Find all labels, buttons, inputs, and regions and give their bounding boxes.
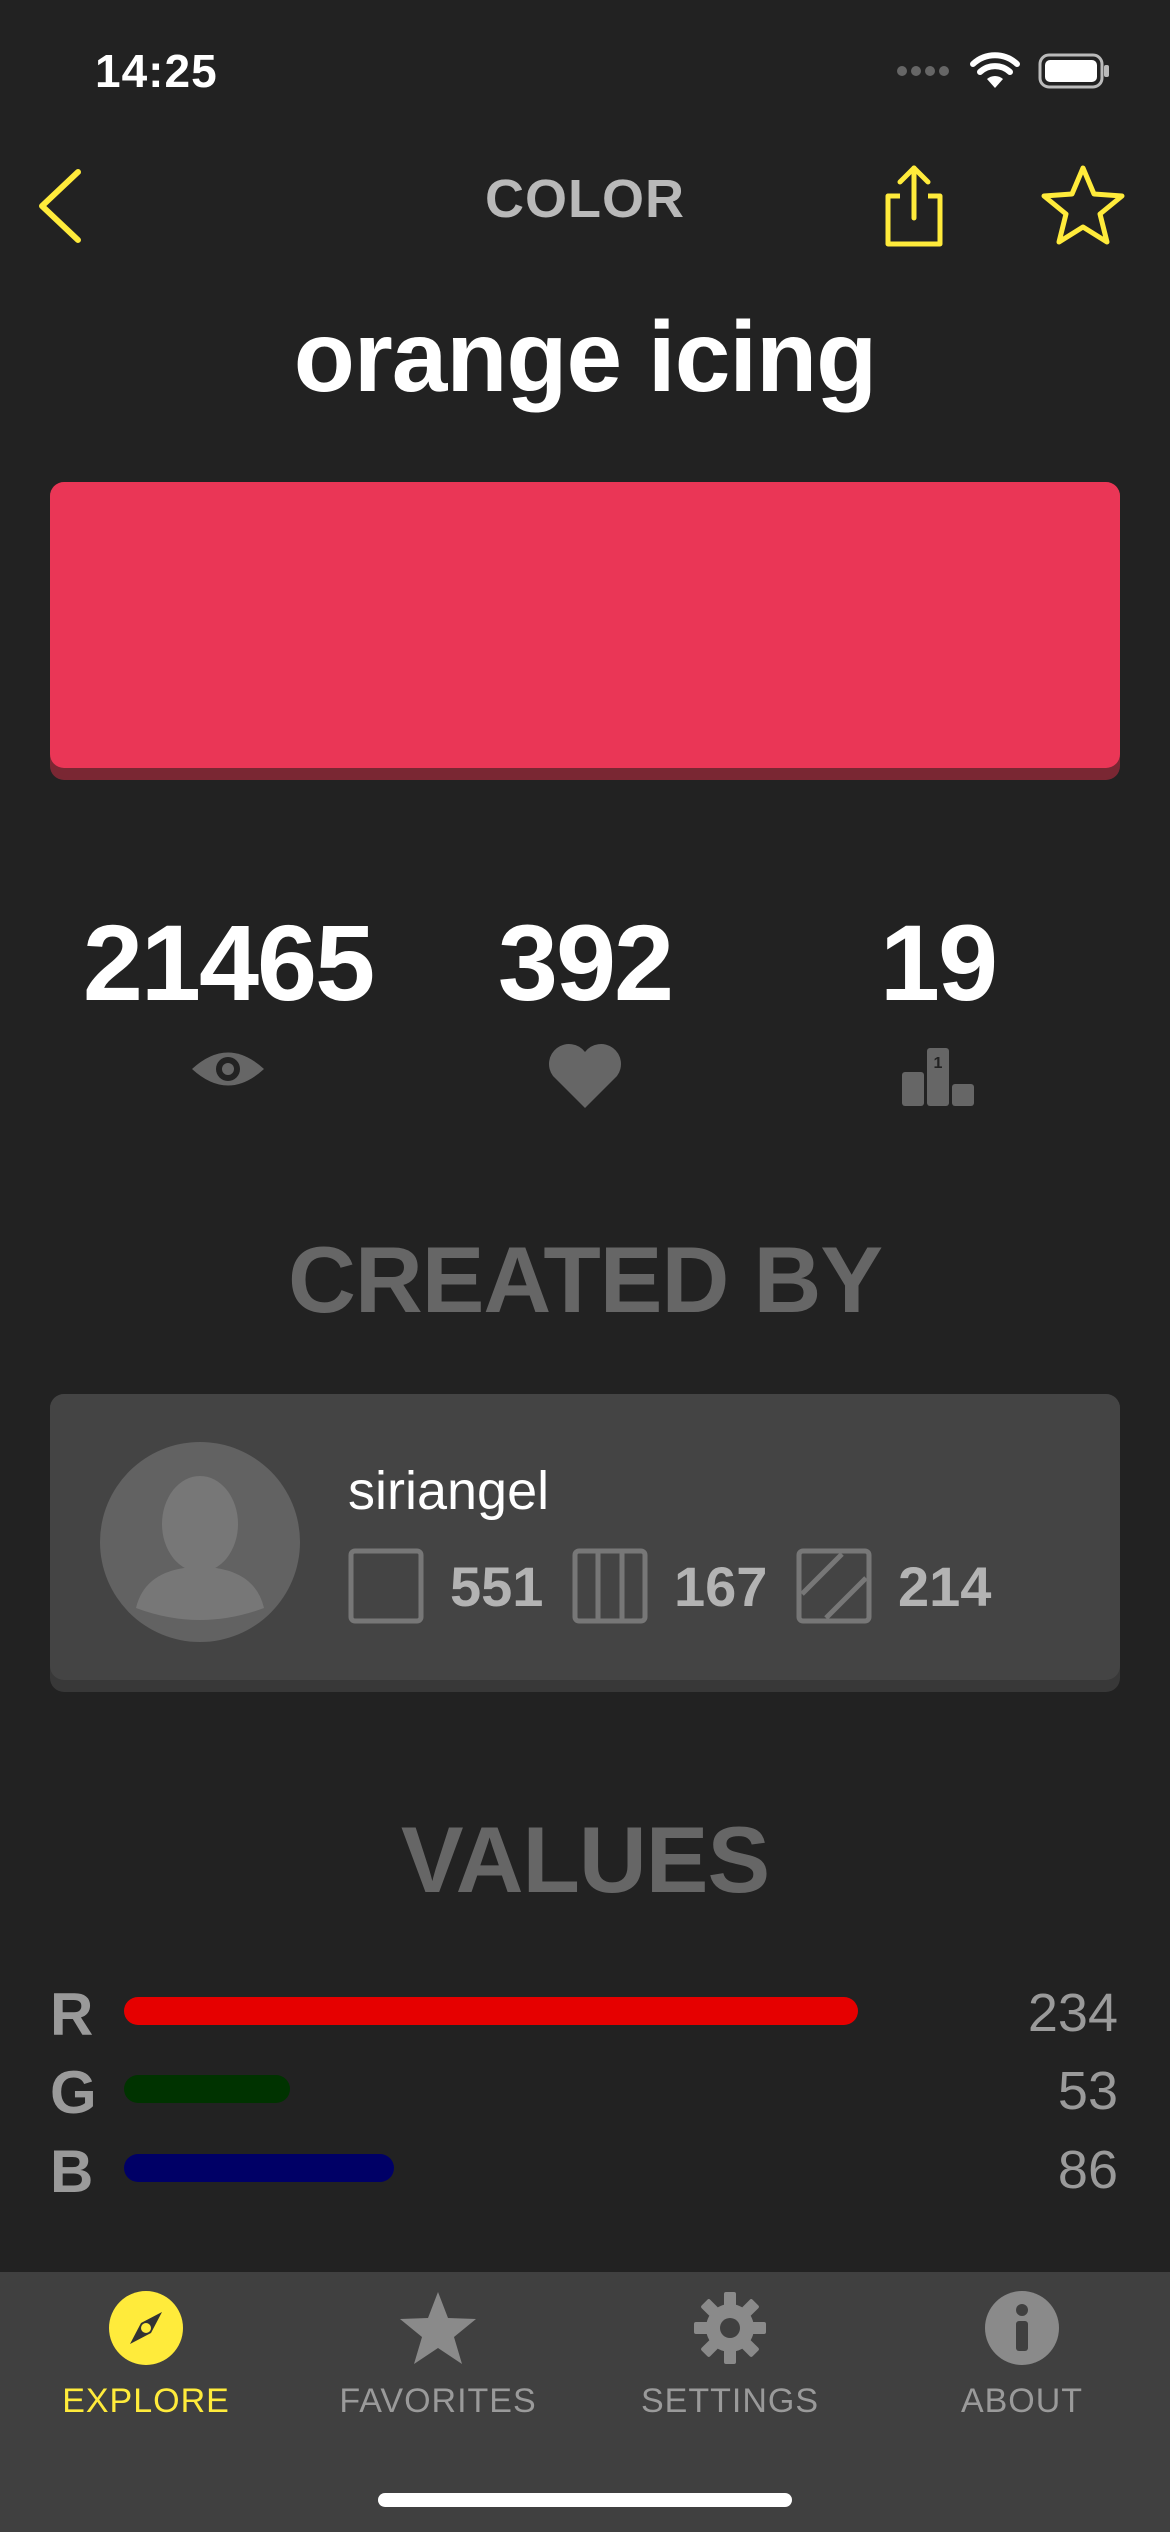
favorite-button[interactable] [1038,160,1128,250]
created-by-heading: CREATED BY [287,1227,883,1332]
creator-colors-count: 551 [450,1554,544,1618]
creator-palettes-count: 167 [674,1554,768,1618]
value-b-label: B [50,2138,94,2205]
podium-icon: 1 [902,1048,974,1106]
tab-favorites[interactable]: FAVORITES [292,2290,584,2421]
likes-count: 392 [497,902,674,1023]
info-icon [985,2291,1059,2365]
views-stat [48,1044,408,1094]
creator-colors-stat: 551 [348,1548,543,1624]
value-r-label: R [50,1981,94,2048]
likes-stat [405,1040,765,1110]
share-button[interactable] [872,160,956,250]
svg-text:1: 1 [934,1055,943,1072]
tab-favorites-label: FAVORITES [339,2382,537,2420]
value-b-number: 86 [1057,2140,1118,2200]
nav-title: COLOR [485,169,685,229]
rank-stat: 1 [758,1044,1118,1108]
tab-explore-label: EXPLORE [62,2382,230,2420]
heart-icon [549,1044,621,1108]
color-name: orange icing [293,301,878,413]
compass-icon [109,2291,183,2365]
battery-icon [1038,53,1109,89]
value-g-label: G [50,2059,97,2126]
creator-patterns-count: 214 [898,1554,992,1618]
gear-icon [694,2292,766,2364]
status-time: 14:25 [95,45,218,97]
value-g-number: 53 [1057,2061,1118,2121]
cellular-signal-icon [897,66,949,76]
creator-username[interactable]: siriangel [348,1460,549,1522]
star-icon [400,2292,476,2364]
color-swatch[interactable] [50,482,1120,768]
views-count: 21465 [82,902,375,1023]
share-icon [885,165,943,247]
user-placeholder-icon [136,1476,264,1620]
eye-icon [192,1052,264,1086]
tab-explore[interactable]: EXPLORE [0,2290,292,2421]
creator-palettes-stat: 167 [572,1548,767,1624]
value-r-number: 234 [1027,1983,1118,2043]
tab-settings[interactable]: SETTINGS [584,2290,876,2421]
value-b-bar [124,2154,394,2182]
square-icon [348,1548,424,1624]
creator-patterns-stat: 214 [796,1548,991,1624]
tab-about-label: ABOUT [960,2382,1084,2420]
values-heading: VALUES [400,1807,770,1912]
tab-about[interactable]: ABOUT [876,2290,1168,2421]
rank-number: 19 [879,902,998,1023]
status-icons [896,52,1110,90]
star-outline-icon [1041,165,1125,245]
pattern-stripes-icon [796,1548,872,1624]
tab-settings-label: SETTINGS [640,2382,820,2420]
home-indicator [378,2493,792,2507]
avatar [100,1442,300,1642]
palette-columns-icon [572,1548,648,1624]
wifi-icon [970,52,1020,88]
value-r-bar [124,1997,858,2025]
value-g-bar [124,2075,290,2103]
